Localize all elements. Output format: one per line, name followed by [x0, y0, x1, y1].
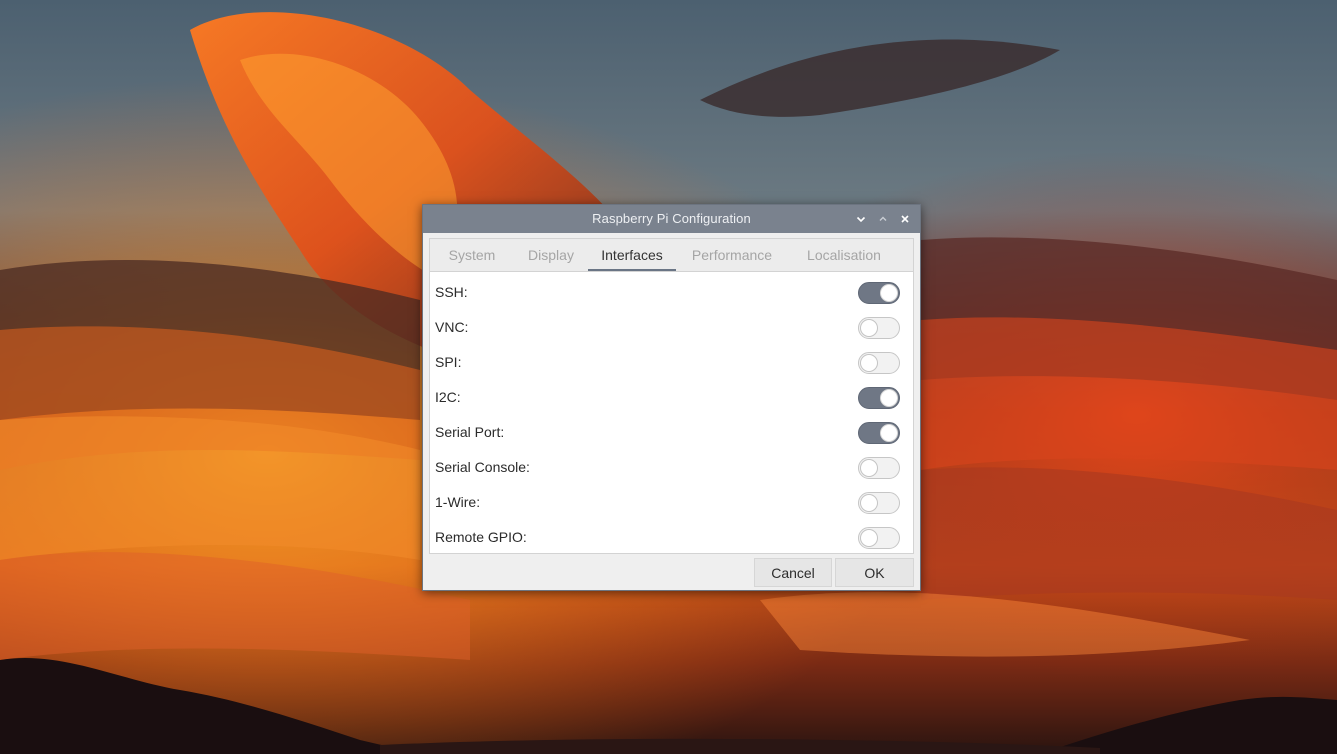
interface-row-serial-port: Serial Port: — [430, 415, 913, 449]
interface-row-vnc: VNC: — [430, 310, 913, 344]
button-bar: Cancel OK — [423, 556, 920, 588]
interface-row-1-wire: 1-Wire: — [430, 485, 913, 519]
i2c-label: I2C: — [435, 389, 461, 405]
serial-port-toggle[interactable] — [858, 422, 900, 444]
tab-interfaces[interactable]: Interfaces — [588, 239, 676, 271]
tab-display[interactable]: Display — [514, 239, 588, 271]
remote-gpio-label: Remote GPIO: — [435, 529, 527, 545]
ssh-toggle[interactable] — [858, 282, 900, 304]
tab-localisation[interactable]: Localisation — [788, 239, 900, 271]
serial-console-label: Serial Console: — [435, 459, 530, 475]
one-wire-toggle[interactable] — [858, 492, 900, 514]
interfaces-panel: SSH: VNC: SPI: I2C: Serial Port: Serial … — [429, 271, 914, 554]
window-controls — [852, 205, 914, 233]
maximize-icon[interactable] — [874, 210, 892, 228]
close-icon[interactable] — [896, 210, 914, 228]
one-wire-label: 1-Wire: — [435, 494, 481, 510]
toggle-knob — [860, 494, 878, 512]
toggle-knob — [880, 389, 898, 407]
window-title: Raspberry Pi Configuration — [592, 211, 751, 226]
spi-toggle[interactable] — [858, 352, 900, 374]
serial-port-label: Serial Port: — [435, 424, 505, 440]
cancel-button[interactable]: Cancel — [754, 558, 832, 587]
interface-row-remote-gpio: Remote GPIO: — [430, 520, 913, 554]
vnc-label: VNC: — [435, 319, 469, 335]
ok-button[interactable]: OK — [835, 558, 914, 587]
config-window: Raspberry Pi Configuration System Displa… — [422, 204, 921, 591]
interface-row-serial-console: Serial Console: — [430, 450, 913, 484]
interface-row-i2c: I2C: — [430, 380, 913, 414]
minimize-icon[interactable] — [852, 210, 870, 228]
tab-system[interactable]: System — [430, 239, 514, 271]
toggle-knob — [860, 354, 878, 372]
vnc-toggle[interactable] — [858, 317, 900, 339]
interface-row-spi: SPI: — [430, 345, 913, 379]
ssh-label: SSH: — [435, 284, 468, 300]
toggle-knob — [860, 319, 878, 337]
desktop: Raspberry Pi Configuration System Displa… — [0, 0, 1337, 754]
i2c-toggle[interactable] — [858, 387, 900, 409]
remote-gpio-toggle[interactable] — [858, 527, 900, 549]
spi-label: SPI: — [435, 354, 462, 370]
toggle-knob — [880, 284, 898, 302]
serial-console-toggle[interactable] — [858, 457, 900, 479]
titlebar[interactable]: Raspberry Pi Configuration — [423, 205, 920, 233]
tab-performance[interactable]: Performance — [676, 239, 788, 271]
interface-row-ssh: SSH: — [430, 275, 913, 309]
toggle-knob — [860, 529, 878, 547]
toggle-knob — [880, 424, 898, 442]
toggle-knob — [860, 459, 878, 477]
tab-bar: System Display Interfaces Performance Lo… — [429, 238, 914, 271]
